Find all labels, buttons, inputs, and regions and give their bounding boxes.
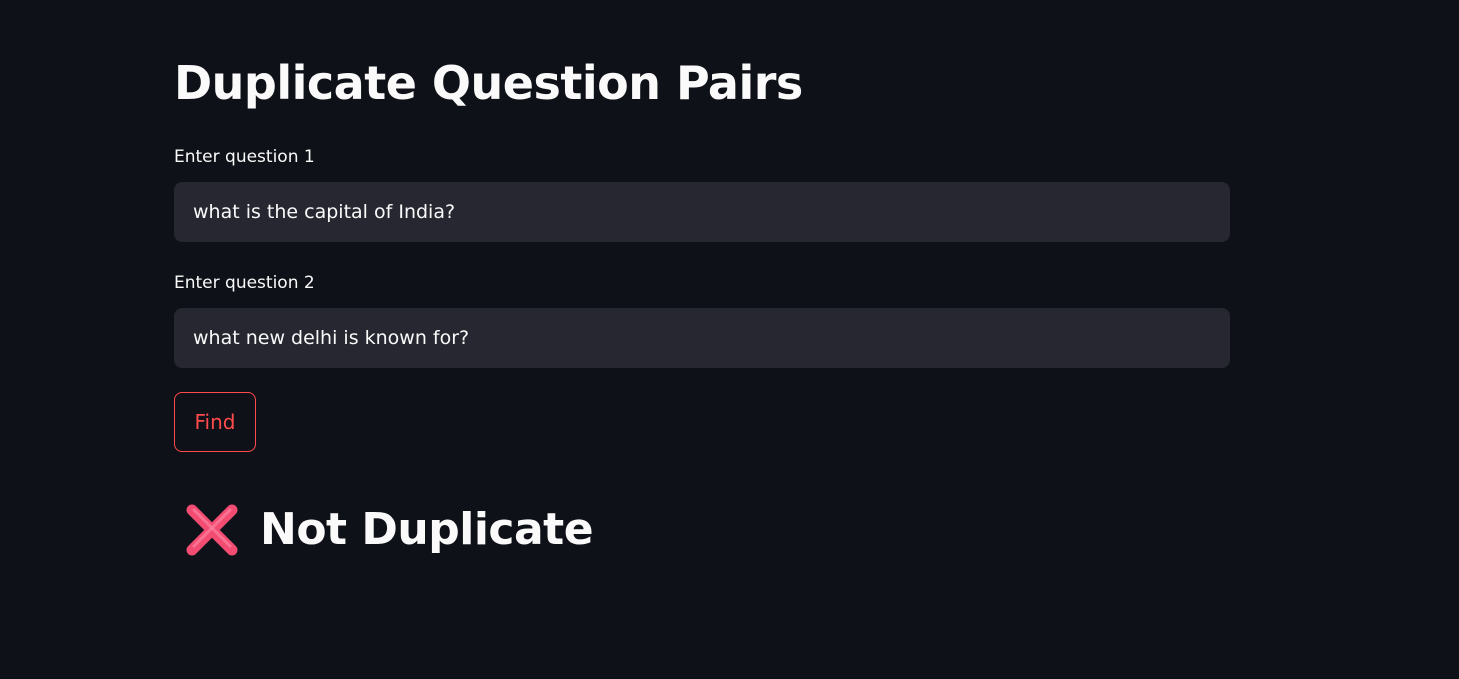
- cross-mark-icon: [182, 500, 242, 560]
- find-button[interactable]: Find: [174, 392, 256, 452]
- result-message: Not Duplicate: [182, 500, 594, 560]
- question-1-input[interactable]: [174, 182, 1230, 242]
- page-title: Duplicate Question Pairs: [174, 56, 803, 110]
- result-text: Not Duplicate: [260, 504, 594, 555]
- question-2-input[interactable]: [174, 308, 1230, 368]
- question-1-label: Enter question 1: [174, 147, 315, 167]
- question-2-label: Enter question 2: [174, 273, 315, 293]
